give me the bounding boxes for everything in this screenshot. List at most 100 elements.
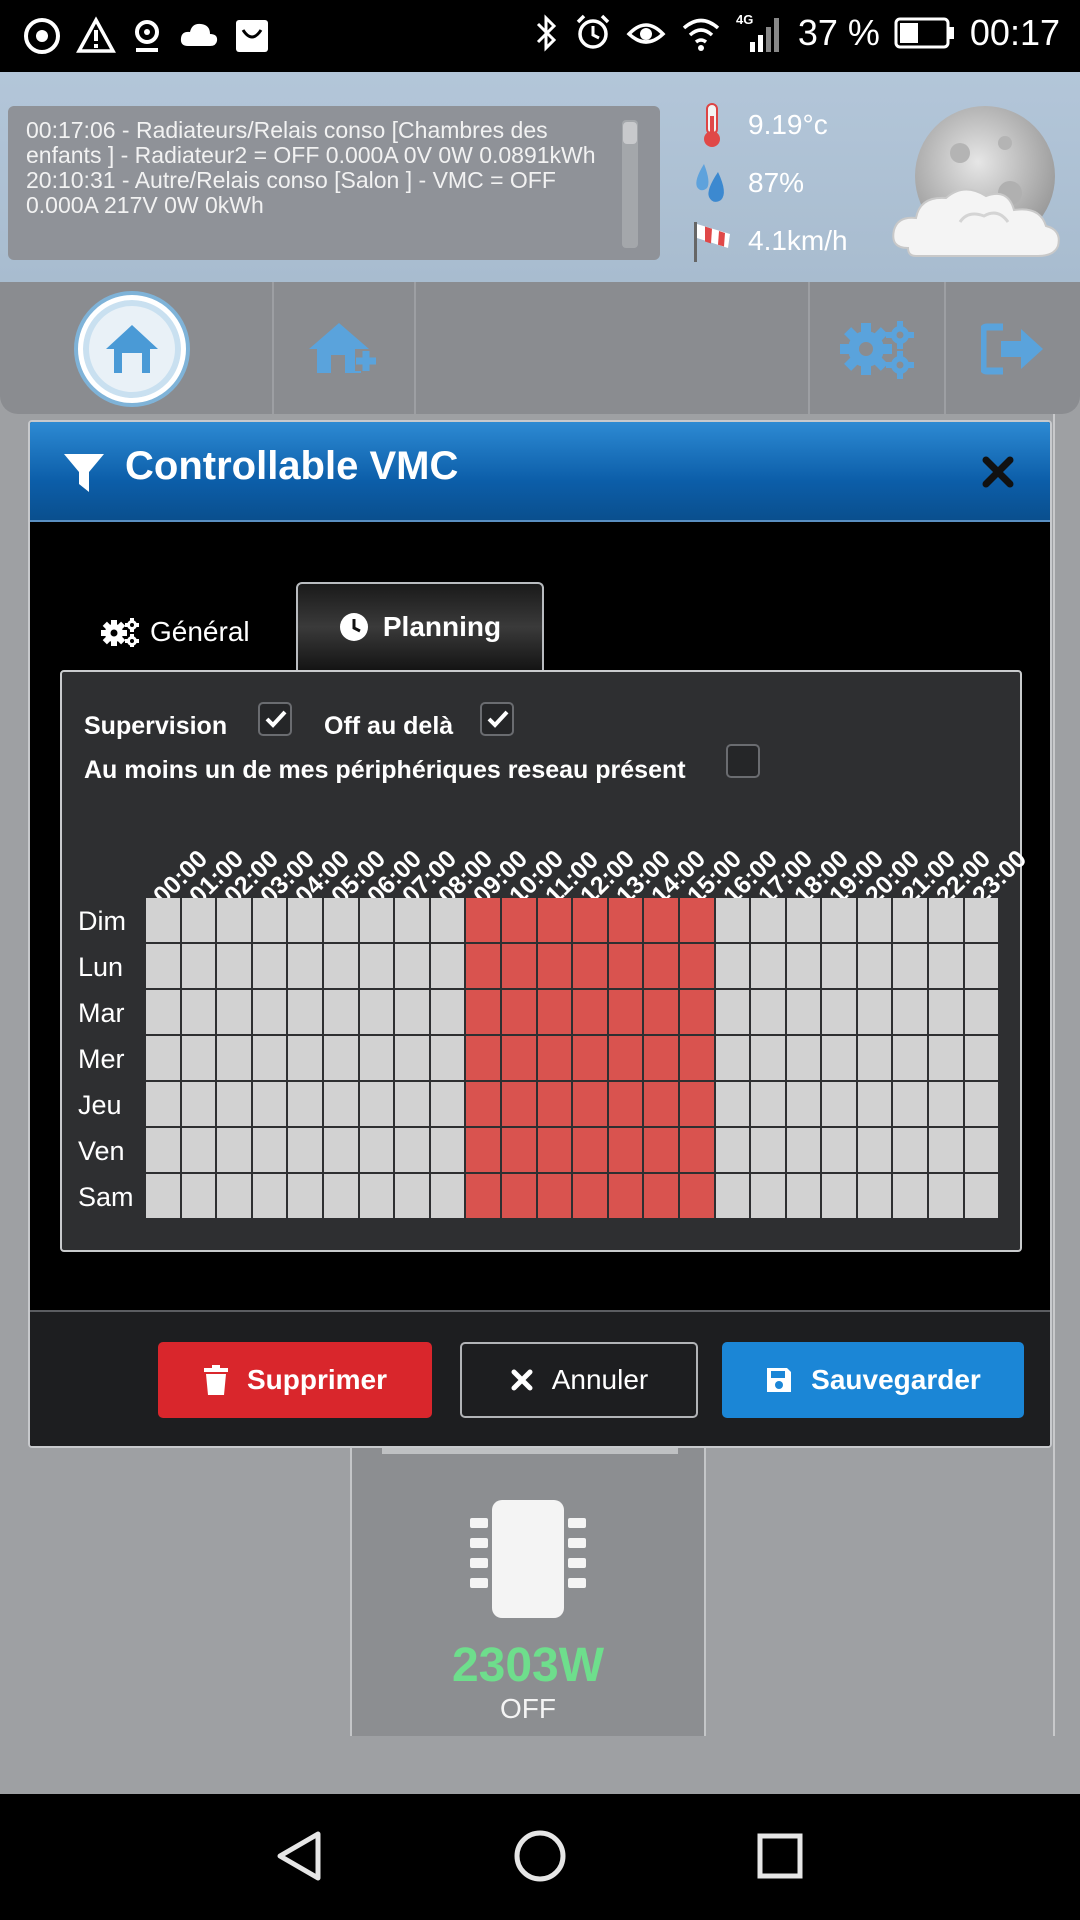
schedule-cell[interactable] bbox=[679, 944, 716, 990]
schedule-cell[interactable] bbox=[146, 1174, 182, 1220]
schedule-cell[interactable] bbox=[217, 1174, 253, 1220]
schedule-cell[interactable] bbox=[288, 1082, 324, 1128]
schedule-cell[interactable] bbox=[644, 1128, 680, 1174]
schedule-cell[interactable] bbox=[751, 1082, 787, 1128]
logout-button[interactable] bbox=[978, 318, 1048, 380]
schedule-cell[interactable] bbox=[288, 944, 324, 990]
schedule-cell[interactable] bbox=[964, 1174, 1001, 1220]
schedule-cell[interactable] bbox=[893, 1174, 930, 1220]
schedule-cell[interactable] bbox=[395, 1036, 431, 1082]
schedule-cell[interactable] bbox=[395, 1174, 431, 1220]
schedule-cell[interactable] bbox=[288, 1128, 324, 1174]
schedule-cell[interactable] bbox=[359, 1174, 396, 1220]
schedule-cell[interactable] bbox=[395, 944, 431, 990]
schedule-cell[interactable] bbox=[893, 1036, 930, 1082]
schedule-cell[interactable] bbox=[252, 1082, 289, 1128]
schedule-cell[interactable] bbox=[501, 1082, 538, 1128]
schedule-cell[interactable] bbox=[573, 898, 609, 944]
schedule-cell[interactable] bbox=[857, 990, 894, 1036]
schedule-cell[interactable] bbox=[929, 898, 965, 944]
schedule-cell[interactable] bbox=[537, 1036, 574, 1082]
schedule-cell[interactable] bbox=[715, 1036, 752, 1082]
schedule-cell[interactable] bbox=[786, 1128, 823, 1174]
supervision-checkbox[interactable] bbox=[258, 702, 292, 736]
schedule-cell[interactable] bbox=[786, 1082, 823, 1128]
schedule-cell[interactable] bbox=[857, 1174, 894, 1220]
schedule-cell[interactable] bbox=[181, 990, 218, 1036]
close-icon[interactable] bbox=[980, 454, 1016, 490]
schedule-cell[interactable] bbox=[181, 1174, 218, 1220]
schedule-cell[interactable] bbox=[146, 990, 182, 1036]
schedule-cell[interactable] bbox=[679, 1128, 716, 1174]
schedule-cell[interactable] bbox=[359, 944, 396, 990]
schedule-cell[interactable] bbox=[751, 1174, 787, 1220]
schedule-cell[interactable] bbox=[217, 1128, 253, 1174]
schedule-cell[interactable] bbox=[430, 1128, 467, 1174]
schedule-cell[interactable] bbox=[323, 898, 360, 944]
event-log[interactable]: 00:17:06 - Radiateurs/Relais conso [Cham… bbox=[8, 106, 660, 260]
schedule-cell[interactable] bbox=[893, 898, 930, 944]
schedule-cell[interactable] bbox=[857, 944, 894, 990]
schedule-cell[interactable] bbox=[501, 1036, 538, 1082]
schedule-cell[interactable] bbox=[217, 1082, 253, 1128]
schedule-cell[interactable] bbox=[466, 1082, 502, 1128]
schedule-cell[interactable] bbox=[644, 990, 680, 1036]
schedule-cell[interactable] bbox=[430, 944, 467, 990]
schedule-cell[interactable] bbox=[537, 944, 574, 990]
schedule-cell[interactable] bbox=[644, 944, 680, 990]
schedule-cell[interactable] bbox=[288, 990, 324, 1036]
schedule-cell[interactable] bbox=[323, 944, 360, 990]
schedule-cell[interactable] bbox=[466, 898, 502, 944]
schedule-cell[interactable] bbox=[395, 898, 431, 944]
cancel-button[interactable]: Annuler bbox=[460, 1342, 698, 1418]
home-circle-icon[interactable] bbox=[512, 1826, 568, 1886]
schedule-cell[interactable] bbox=[608, 1082, 645, 1128]
schedule-cell[interactable] bbox=[644, 1174, 680, 1220]
schedule-cell[interactable] bbox=[359, 1128, 396, 1174]
schedule-cell[interactable] bbox=[822, 1082, 858, 1128]
schedule-cell[interactable] bbox=[466, 1128, 502, 1174]
schedule-cell[interactable] bbox=[430, 898, 467, 944]
schedule-cell[interactable] bbox=[430, 1174, 467, 1220]
schedule-cell[interactable] bbox=[822, 1036, 858, 1082]
schedule-cell[interactable] bbox=[786, 1174, 823, 1220]
schedule-cell[interactable] bbox=[751, 1128, 787, 1174]
schedule-cell[interactable] bbox=[430, 990, 467, 1036]
schedule-cell[interactable] bbox=[146, 1082, 182, 1128]
schedule-cell[interactable] bbox=[430, 1036, 467, 1082]
off-beyond-checkbox[interactable] bbox=[480, 702, 514, 736]
network-presence-checkbox[interactable] bbox=[726, 744, 760, 778]
schedule-cell[interactable] bbox=[359, 1082, 396, 1128]
schedule-cell[interactable] bbox=[217, 990, 253, 1036]
schedule-cell[interactable] bbox=[181, 1128, 218, 1174]
schedule-cell[interactable] bbox=[252, 1128, 289, 1174]
home-button[interactable] bbox=[78, 295, 186, 403]
schedule-cell[interactable] bbox=[786, 944, 823, 990]
schedule-cell[interactable] bbox=[573, 990, 609, 1036]
schedule-cell[interactable] bbox=[929, 944, 965, 990]
schedule-cell[interactable] bbox=[252, 990, 289, 1036]
schedule-cell[interactable] bbox=[679, 990, 716, 1036]
schedule-cell[interactable] bbox=[786, 990, 823, 1036]
schedule-cell[interactable] bbox=[466, 944, 502, 990]
schedule-cell[interactable] bbox=[323, 1082, 360, 1128]
schedule-cell[interactable] bbox=[644, 898, 680, 944]
schedule-cell[interactable] bbox=[217, 944, 253, 990]
schedule-cell[interactable] bbox=[181, 1082, 218, 1128]
schedule-cell[interactable] bbox=[573, 944, 609, 990]
schedule-cell[interactable] bbox=[893, 944, 930, 990]
schedule-cell[interactable] bbox=[857, 1082, 894, 1128]
schedule-cell[interactable] bbox=[395, 990, 431, 1036]
log-scrollbar[interactable] bbox=[622, 120, 638, 248]
schedule-cell[interactable] bbox=[929, 1082, 965, 1128]
schedule-cell[interactable] bbox=[679, 1174, 716, 1220]
schedule-cell[interactable] bbox=[466, 990, 502, 1036]
schedule-cell[interactable] bbox=[786, 1036, 823, 1082]
settings-button[interactable] bbox=[836, 316, 920, 382]
schedule-cell[interactable] bbox=[715, 944, 752, 990]
schedule-cell[interactable] bbox=[146, 1128, 182, 1174]
schedule-cell[interactable] bbox=[146, 898, 182, 944]
schedule-cell[interactable] bbox=[715, 1128, 752, 1174]
device-card[interactable]: 2303W OFF bbox=[350, 1448, 706, 1736]
back-icon[interactable] bbox=[272, 1826, 328, 1886]
